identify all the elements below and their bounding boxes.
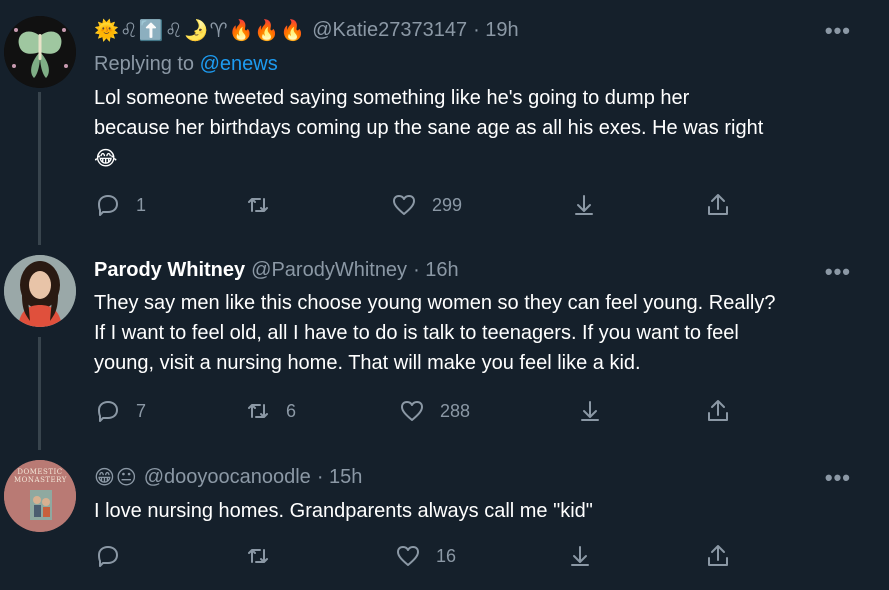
reply-icon bbox=[98, 401, 118, 422]
share-icon bbox=[708, 400, 728, 421]
like-count: 299 bbox=[432, 194, 463, 215]
timestamp[interactable]: · 19h bbox=[473, 19, 519, 42]
more-options-icon[interactable]: ••• bbox=[825, 18, 851, 44]
bookmark-button[interactable] bbox=[576, 397, 604, 425]
tweet-header: 🌞♌⬆️♌🌛♈🔥🔥🔥 @Katie27373147 · 19h bbox=[94, 18, 519, 42]
tweet-parody-whitney[interactable]: Parody Whitney @ParodyWhitney · 16h ••• … bbox=[0, 245, 889, 450]
luna-moth-image bbox=[4, 16, 76, 88]
timestamp[interactable]: · 15h bbox=[317, 466, 363, 489]
retweet-icon bbox=[248, 404, 268, 418]
reply-button[interactable]: 7 bbox=[94, 397, 146, 425]
bookmark-button[interactable] bbox=[566, 542, 594, 570]
avatar-parody-whitney[interactable] bbox=[4, 255, 76, 327]
tweet-text: They say men like this choose young wome… bbox=[94, 288, 864, 378]
tweet-text: I love nursing homes. Grandparents alway… bbox=[94, 496, 864, 526]
tweet-dooyoocanoodle[interactable]: DOMESTIC MONASTERY 😁😐 @dooyoocanoodle · … bbox=[0, 450, 889, 590]
reply-count: 1 bbox=[136, 194, 147, 215]
tweet-katie[interactable]: 🌞♌⬆️♌🌛♈🔥🔥🔥 @Katie27373147 · 19h ••• Repl… bbox=[0, 0, 889, 245]
share-button[interactable] bbox=[704, 191, 732, 219]
share-button[interactable] bbox=[704, 542, 732, 570]
replying-to: Replying to @enews bbox=[94, 53, 278, 76]
like-button[interactable]: 299 bbox=[390, 191, 462, 219]
tweet-text-line: because her birthdays coming up the sane… bbox=[94, 117, 764, 139]
bookmark-button[interactable] bbox=[570, 191, 598, 219]
timestamp[interactable]: · 16h bbox=[413, 259, 459, 282]
retweet-button[interactable] bbox=[244, 542, 286, 570]
like-count: 288 bbox=[440, 400, 471, 421]
reply-button[interactable]: 1 bbox=[94, 191, 146, 219]
tweet-text-line: I love nursing homes. Grandparents alway… bbox=[94, 500, 593, 522]
avatar-text: DOMESTIC MONASTERY bbox=[14, 468, 67, 484]
avatar-moth[interactable] bbox=[4, 16, 76, 88]
display-name[interactable]: Parody Whitney bbox=[94, 259, 245, 282]
bookmark-icon bbox=[571, 546, 589, 566]
retweet-button[interactable]: 6 bbox=[244, 397, 296, 425]
like-count: 16 bbox=[436, 545, 457, 566]
tweet-text-line: young, visit a nursing home. That will m… bbox=[94, 352, 641, 374]
reply-icon bbox=[98, 195, 118, 216]
profile-photo bbox=[4, 255, 76, 327]
share-icon bbox=[708, 545, 728, 566]
retweet-icon bbox=[248, 198, 268, 212]
reply-button[interactable] bbox=[94, 542, 136, 570]
replying-to-link[interactable]: @enews bbox=[200, 53, 278, 75]
display-name-emojis[interactable]: 😁😐 bbox=[94, 465, 138, 489]
like-button[interactable]: 16 bbox=[394, 542, 456, 570]
reply-icon bbox=[98, 546, 118, 567]
tweet-header: Parody Whitney @ParodyWhitney · 16h bbox=[94, 259, 459, 282]
more-options-icon[interactable]: ••• bbox=[825, 465, 851, 491]
retweet-count: 6 bbox=[286, 400, 297, 421]
tweet-text-line: Lol someone tweeted saying something lik… bbox=[94, 87, 690, 109]
share-button[interactable] bbox=[704, 397, 732, 425]
thread-line bbox=[38, 337, 41, 450]
user-handle[interactable]: @ParodyWhitney bbox=[251, 259, 407, 282]
tweet-header: 😁😐 @dooyoocanoodle · 15h bbox=[94, 465, 362, 489]
like-icon bbox=[393, 195, 415, 215]
tweet-text: Lol someone tweeted saying something lik… bbox=[94, 83, 864, 173]
retweet-button[interactable] bbox=[244, 191, 286, 219]
reply-count: 7 bbox=[136, 400, 147, 421]
like-button[interactable]: 288 bbox=[398, 397, 470, 425]
thread-line bbox=[38, 92, 41, 245]
share-icon bbox=[708, 194, 728, 215]
retweet-icon bbox=[248, 549, 268, 563]
bookmark-icon bbox=[575, 195, 593, 215]
tweet-text-line: If I want to feel old, all I have to do … bbox=[94, 322, 739, 344]
more-options-icon[interactable]: ••• bbox=[825, 259, 851, 285]
display-name-emojis[interactable]: 🌞♌⬆️♌🌛♈🔥🔥🔥 bbox=[94, 18, 306, 42]
tweet-text-line: They say men like this choose young wome… bbox=[94, 292, 776, 314]
like-icon bbox=[397, 546, 419, 566]
user-handle[interactable]: @Katie27373147 bbox=[312, 19, 467, 42]
tweet-text-emoji: 😂 bbox=[94, 146, 118, 170]
bookmark-icon bbox=[581, 401, 599, 421]
user-handle[interactable]: @dooyoocanoodle bbox=[144, 466, 311, 489]
like-icon bbox=[401, 401, 423, 421]
replying-to-label: Replying to bbox=[94, 53, 195, 75]
